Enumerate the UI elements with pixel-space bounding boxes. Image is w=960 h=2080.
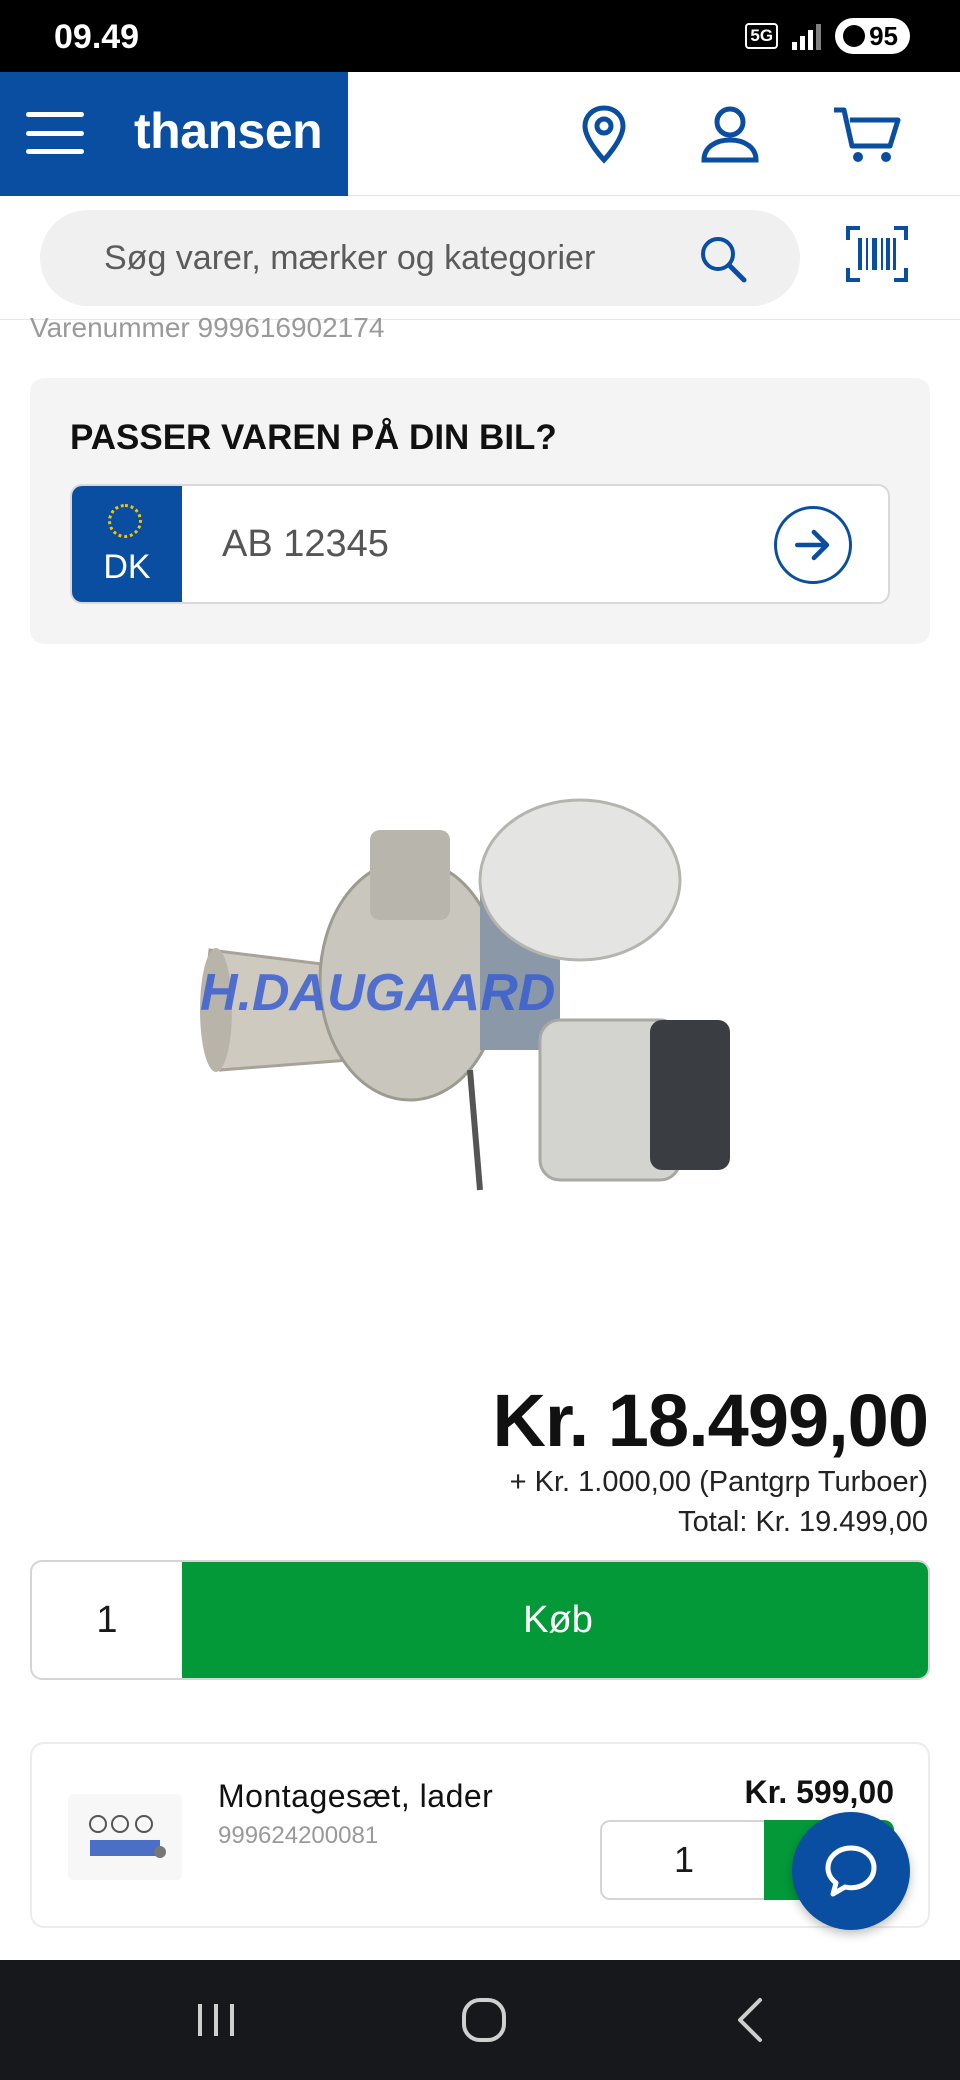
buy-row: 1 Køb (30, 1560, 930, 1680)
system-nav-bar (0, 1960, 960, 2080)
accessory-sku: 999624200081 (218, 1822, 379, 1849)
accessory-thumbnail[interactable] (68, 1794, 182, 1880)
network-type: 5G (745, 23, 779, 49)
search-box (40, 210, 800, 306)
status-icons: 5G 95 (745, 18, 910, 54)
license-plate-input[interactable] (222, 486, 722, 602)
brand-block: thansen (0, 72, 348, 196)
thansen-logo[interactable]: thansen (134, 102, 323, 160)
status-bar: 09.49 5G 95 (0, 0, 960, 72)
arrow-right-icon[interactable] (774, 506, 852, 584)
product-price: Kr. 18.499,00 (492, 1379, 929, 1462)
deposit-fee: + Kr. 1.000,00 (Pantgrp Turboer) (509, 1466, 928, 1498)
app-header: thansen (0, 72, 960, 196)
power-saving-icon (843, 25, 866, 47)
back-icon[interactable] (722, 1990, 782, 2050)
accessory-quantity-input[interactable]: 1 (600, 1820, 766, 1900)
accessory-price: Kr. 599,00 (744, 1774, 894, 1810)
eu-stars-icon (108, 504, 142, 538)
product-image[interactable]: H.DAUGAARD (180, 770, 880, 1260)
country-badge: DK (72, 486, 182, 602)
cart-icon[interactable] (832, 102, 902, 166)
item-number: Varenummer 999616902174 (30, 312, 385, 343)
recents-icon[interactable] (186, 1990, 246, 2050)
user-icon[interactable] (698, 102, 762, 166)
battery-level: 95 (869, 20, 898, 51)
battery-indicator: 95 (835, 18, 910, 54)
country-code: DK (103, 548, 151, 586)
menu-icon[interactable] (26, 112, 84, 154)
quantity-input[interactable]: 1 (32, 1562, 182, 1678)
barcode-icon[interactable] (846, 226, 908, 282)
search-icon[interactable] (698, 234, 748, 284)
home-icon[interactable] (454, 1990, 514, 2050)
fitment-card: PASSER VAREN PÅ DIN BIL? DK (30, 378, 930, 644)
watermark-text: H.DAUGAARD (200, 964, 555, 1022)
search-input[interactable] (104, 210, 684, 306)
fitment-title: PASSER VAREN PÅ DIN BIL? (70, 418, 557, 457)
search-bar-row (0, 196, 960, 320)
status-time: 09.49 (54, 18, 140, 56)
license-plate-field: DK (70, 484, 890, 604)
chat-icon (825, 1845, 877, 1897)
signal-icon (792, 22, 822, 50)
location-icon[interactable] (572, 102, 636, 166)
accessory-name[interactable]: Montagesæt, lader (218, 1778, 493, 1815)
total-price: Total: Kr. 19.499,00 (678, 1506, 928, 1538)
buy-button[interactable]: Køb (182, 1562, 928, 1678)
chat-button[interactable] (792, 1812, 910, 1930)
accessory-card[interactable]: Montagesæt, lader 999624200081 Kr. 599,0… (30, 1742, 930, 1928)
